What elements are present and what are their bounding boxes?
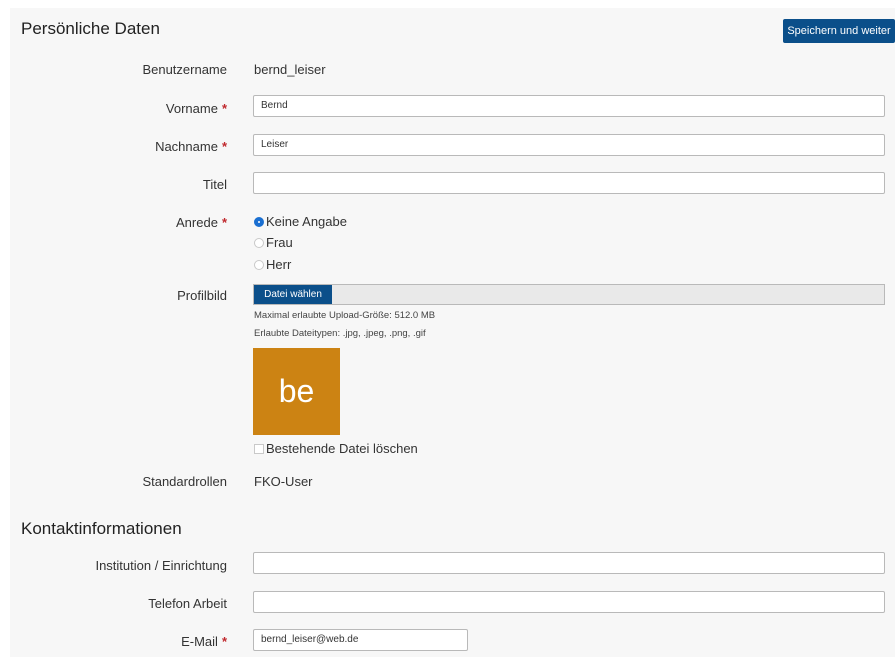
title-label: Titel [202, 177, 227, 192]
email-label: E-Mail * [181, 634, 227, 649]
required-marker: * [221, 634, 227, 649]
delete-file-checkbox[interactable] [254, 443, 264, 454]
required-marker: * [221, 101, 227, 116]
work-phone-label: Telefon Arbeit [148, 596, 227, 611]
email-input[interactable]: bernd_leiser@web.de [253, 629, 468, 651]
username-label: Benutzername [142, 62, 227, 77]
default-roles-value: FKO-User [254, 474, 313, 489]
upload-types-hint: Erlaubte Dateitypen: .jpg, .jpeg, .png, … [254, 328, 426, 339]
salutation-option-none[interactable]: Keine Angabe [254, 214, 347, 229]
required-marker: * [221, 139, 227, 154]
username-value: bernd_leiser [254, 62, 326, 77]
default-roles-label: Standardrollen [142, 474, 227, 489]
radio-icon[interactable] [254, 237, 264, 248]
salutation-label: Anrede * [176, 215, 227, 230]
upload-size-hint: Maximal erlaubte Upload-Größe: 512.0 MB [254, 310, 436, 321]
salutation-option-herr[interactable]: Herr [254, 257, 291, 272]
section-title-personal: Persönliche Daten [21, 19, 160, 38]
save-and-continue-button[interactable]: Speichern und weiter [783, 19, 895, 43]
firstname-input[interactable]: Bernd [253, 95, 885, 117]
salutation-option-frau[interactable]: Frau [254, 235, 293, 250]
file-upload-field[interactable]: Datei wählen [253, 284, 885, 305]
institution-label: Institution / Einrichtung [95, 558, 227, 573]
institution-input[interactable] [253, 552, 885, 574]
work-phone-input[interactable] [253, 591, 885, 613]
profile-picture-label: Profilbild [177, 288, 227, 303]
firstname-label: Vorname * [165, 101, 227, 116]
required-marker: * [221, 215, 227, 230]
lastname-label: Nachname * [155, 139, 227, 154]
avatar: be [253, 348, 340, 435]
choose-file-button[interactable]: Datei wählen [254, 285, 332, 304]
delete-file-checkbox-row[interactable]: Bestehende Datei löschen [254, 441, 418, 456]
radio-icon[interactable] [254, 259, 264, 270]
lastname-input[interactable]: Leiser [253, 134, 885, 156]
section-title-contact: Kontaktinformationen [21, 519, 182, 538]
radio-selected-icon[interactable] [254, 216, 264, 227]
title-input[interactable] [253, 172, 885, 194]
